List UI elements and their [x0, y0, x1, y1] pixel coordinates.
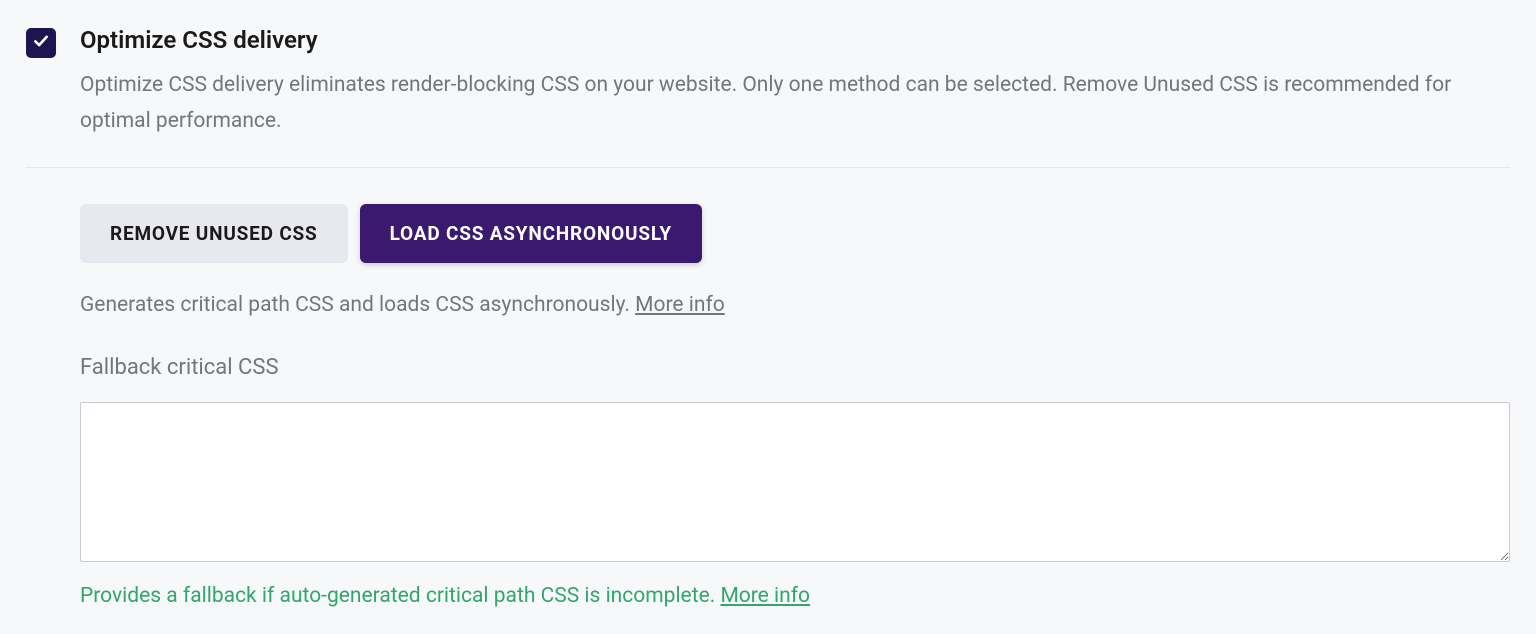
- fallback-more-info-link[interactable]: More info: [720, 584, 810, 608]
- fallback-help-label: Provides a fallback if auto-generated cr…: [80, 584, 720, 608]
- option-title: Optimize CSS delivery: [80, 26, 1510, 54]
- option-description: Optimize CSS delivery eliminates render-…: [80, 68, 1510, 139]
- fallback-css-textarea[interactable]: [80, 402, 1510, 562]
- method-panel: Remove Unused CSS Load CSS Asynchronousl…: [80, 204, 1510, 608]
- option-content: Optimize CSS delivery Optimize CSS deliv…: [80, 26, 1510, 139]
- fallback-css-label: Fallback critical CSS: [80, 355, 1510, 380]
- optimize-css-checkbox[interactable]: [26, 28, 56, 58]
- async-more-info-link[interactable]: More info: [635, 293, 725, 317]
- tab-load-css-async[interactable]: Load CSS Asynchronously: [360, 204, 702, 263]
- async-help-label: Generates critical path CSS and loads CS…: [80, 293, 635, 317]
- async-help-text: Generates critical path CSS and loads CS…: [80, 293, 1510, 317]
- check-icon: [32, 32, 50, 54]
- css-method-tabs: Remove Unused CSS Load CSS Asynchronousl…: [80, 204, 1510, 263]
- section-divider: [26, 167, 1510, 168]
- tab-remove-unused-css[interactable]: Remove Unused CSS: [80, 204, 348, 263]
- optimize-css-option: Optimize CSS delivery Optimize CSS deliv…: [26, 26, 1510, 139]
- fallback-help-text: Provides a fallback if auto-generated cr…: [80, 584, 1510, 608]
